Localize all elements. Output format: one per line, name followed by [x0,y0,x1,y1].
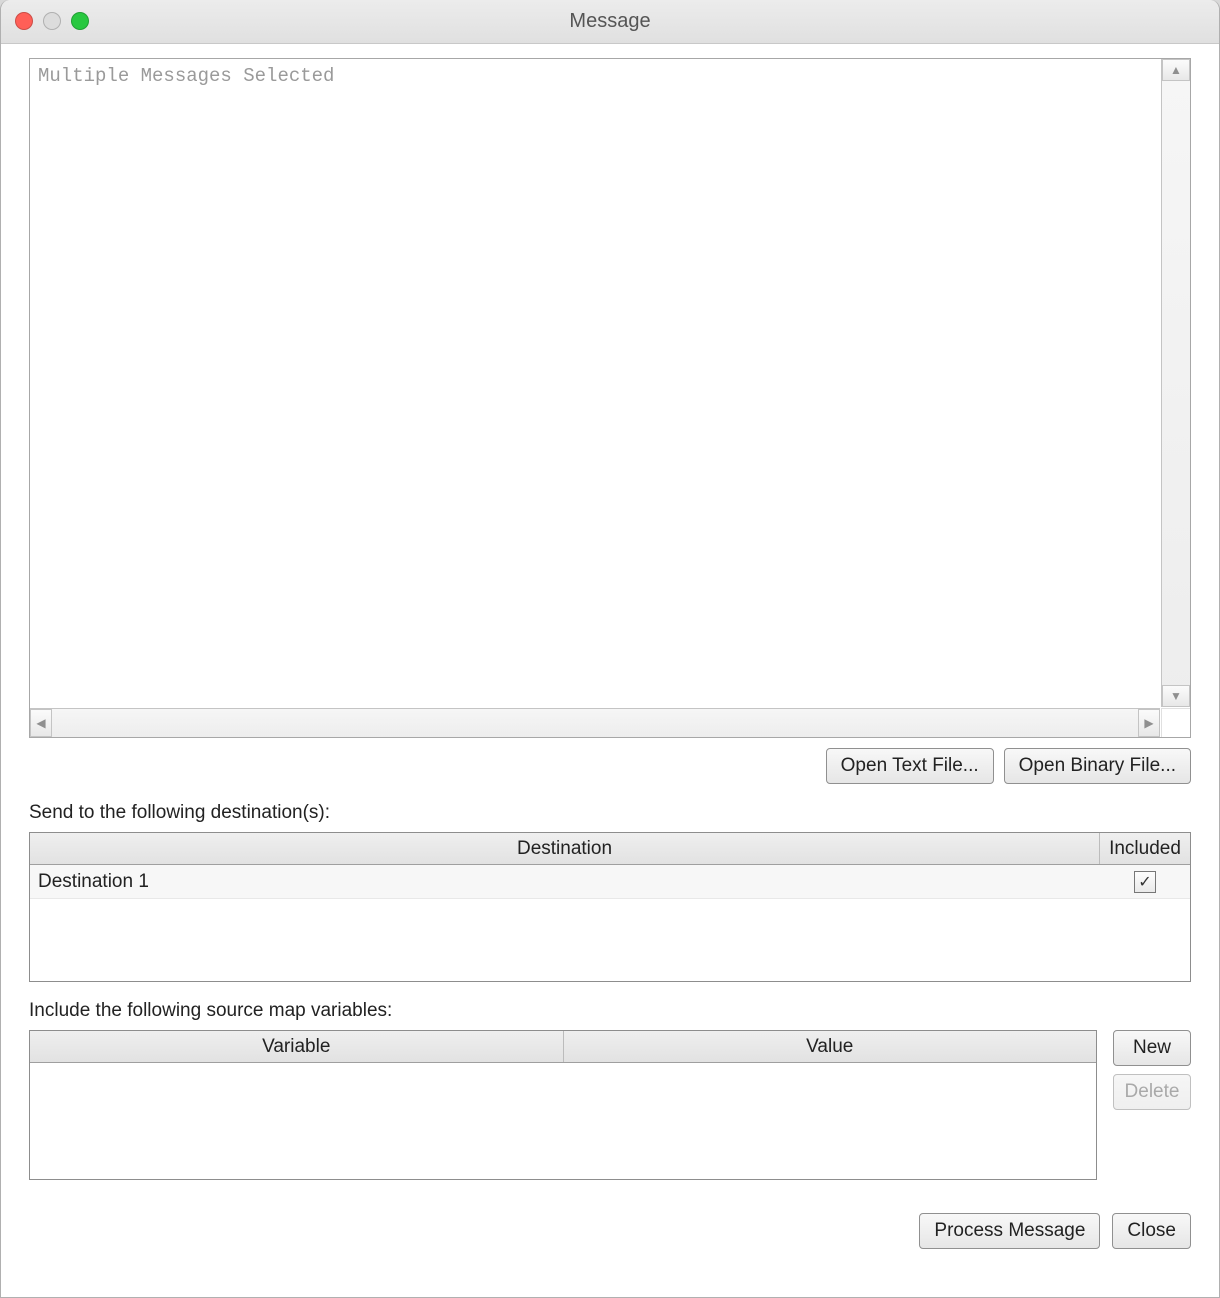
message-window: Message Multiple Messages Selected ▲ ▼ ◀… [0,0,1220,1298]
scroll-right-icon[interactable]: ▶ [1138,709,1160,737]
table-row[interactable]: Destination 1 ✓ [30,865,1190,899]
footer-buttons: Process Message Close [29,1213,1191,1249]
zoom-window-icon[interactable] [71,12,89,30]
destinations-header: Destination Included [30,833,1190,865]
content-area: Multiple Messages Selected ▲ ▼ ◀ ▶ Open … [1,44,1219,1297]
variables-body [30,1063,1096,1179]
column-header-included[interactable]: Included [1100,833,1190,864]
included-checkbox[interactable]: ✓ [1134,871,1156,893]
column-header-value[interactable]: Value [564,1031,1097,1062]
open-text-file-button[interactable]: Open Text File... [826,748,994,784]
delete-variable-button: Delete [1113,1074,1191,1110]
variables-table: Variable Value [29,1030,1097,1180]
message-textarea-wrap: Multiple Messages Selected ▲ ▼ ◀ ▶ [29,58,1191,738]
close-button[interactable]: Close [1112,1213,1191,1249]
scroll-down-icon[interactable]: ▼ [1162,685,1190,707]
horizontal-scrollbar[interactable]: ◀ ▶ [30,708,1160,737]
column-header-variable[interactable]: Variable [30,1031,564,1062]
destinations-label: Send to the following destination(s): [29,802,1191,824]
scroll-left-icon[interactable]: ◀ [30,709,52,737]
scroll-up-icon[interactable]: ▲ [1162,59,1190,81]
variables-label: Include the following source map variabl… [29,1000,1191,1022]
variables-header: Variable Value [30,1031,1096,1063]
window-title: Message [569,10,650,33]
new-variable-button[interactable]: New [1113,1030,1191,1066]
close-window-icon[interactable] [15,12,33,30]
column-header-destination[interactable]: Destination [30,833,1100,864]
minimize-window-icon [43,12,61,30]
destinations-body: Destination 1 ✓ [30,865,1190,981]
destination-cell: Destination 1 [30,865,1100,898]
message-textarea[interactable]: Multiple Messages Selected [30,59,1160,707]
open-binary-file-button[interactable]: Open Binary File... [1004,748,1191,784]
file-buttons-row: Open Text File... Open Binary File... [29,748,1191,784]
scroll-corner [1161,708,1190,737]
included-cell: ✓ [1100,865,1190,898]
titlebar: Message [1,0,1219,44]
vertical-scrollbar[interactable]: ▲ ▼ [1161,59,1190,707]
window-controls [15,12,89,30]
process-message-button[interactable]: Process Message [919,1213,1100,1249]
destinations-table: Destination Included Destination 1 ✓ [29,832,1191,982]
variables-side-buttons: New Delete [1113,1030,1191,1110]
variables-row: Variable Value New Delete [29,1030,1191,1180]
